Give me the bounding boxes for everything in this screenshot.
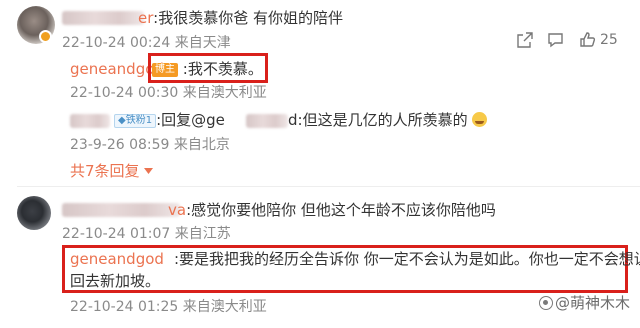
fan-badge-icon: ◆铁粉1 — [114, 114, 157, 128]
like-count: 25 — [600, 32, 618, 48]
reply-meta: 22-10-24 00:30 来自澳大利亚 — [70, 82, 267, 102]
reply-line: geneandgod :要是我把我的经历全告诉你 你一定不会认为是如此。你也一定不… — [70, 250, 640, 268]
mention-tail: d — [288, 111, 298, 129]
location: 来自江苏 — [174, 226, 231, 242]
blurred-username[interactable] — [70, 114, 110, 128]
watermark: @萌神木木 — [538, 292, 630, 313]
more-replies-link[interactable]: 共7条回复 — [70, 162, 154, 180]
comment-text: er:我很羡慕你爸 有你姐的陪伴 — [138, 9, 343, 27]
timestamp: 22-10-24 00:24 — [62, 35, 171, 51]
chevron-down-icon — [144, 168, 154, 174]
blurred-username[interactable] — [62, 203, 180, 217]
blogger-badge: 博主 — [152, 63, 178, 77]
comment-body: :我很羡慕你爸 有你姐的陪伴 — [153, 9, 343, 27]
share-icon[interactable] — [517, 32, 533, 48]
location: 来自澳大利亚 — [182, 299, 267, 315]
comment-text: va:感觉你要他陪你 但他这个年龄不应该你陪他吗 — [168, 201, 496, 219]
comment-divider — [17, 186, 640, 187]
watermark-logo-icon — [538, 296, 553, 310]
location: 来自澳大利亚 — [182, 85, 267, 101]
reply-text-line1: :要是我把我的经历全告诉你 你一定不会认为是如此。你也一定不会想让我 — [173, 250, 640, 268]
reply-author[interactable]: geneandgod — [70, 250, 164, 268]
verified-badge-icon — [39, 30, 52, 43]
location: 来自北京 — [173, 137, 230, 153]
blurred-username[interactable] — [62, 11, 144, 25]
reply-content: 博主 :我不羡慕。 — [152, 60, 263, 78]
location: 来自天津 — [174, 35, 231, 51]
reply-mention-prefix: :回复@ge — [156, 111, 225, 129]
reply-line-2: 回去新加坡。 — [70, 272, 161, 290]
username-suffix[interactable]: er — [138, 9, 153, 27]
reply-text: :我不羡慕。 — [182, 60, 263, 78]
comment-icon[interactable] — [547, 32, 564, 48]
grin-emoji-icon — [472, 112, 488, 127]
reply-meta: 22-10-24 01:25 来自澳大利亚 — [70, 296, 267, 316]
username-suffix[interactable]: va — [168, 201, 186, 219]
reply-line: ◆铁粉1:回复@ge — [114, 111, 225, 129]
comment-meta: 22-10-24 00:24 来自天津 — [62, 32, 231, 52]
reply-meta: 23-9-26 08:59 来自北京 — [70, 134, 230, 154]
blurred-mention[interactable] — [246, 114, 288, 128]
watermark-text: @萌神木木 — [554, 294, 630, 312]
timestamp: 22-10-24 00:30 — [70, 85, 179, 101]
reply-content: d:但这是几亿的人所羡慕的 — [288, 111, 488, 129]
timestamp: 23-9-26 08:59 — [70, 137, 170, 153]
more-replies-label: 共7条回复 — [70, 162, 140, 180]
reply-text: :但这是几亿的人所羡慕的 — [297, 111, 468, 129]
avatar[interactable] — [17, 196, 51, 230]
timestamp: 22-10-24 01:07 — [62, 226, 171, 242]
comment-meta: 22-10-24 01:07 来自江苏 — [62, 223, 231, 243]
timestamp: 22-10-24 01:25 — [70, 299, 179, 315]
like-icon[interactable] — [579, 31, 596, 48]
comment-body: :感觉你要他陪你 但他这个年龄不应该你陪他吗 — [186, 201, 496, 219]
